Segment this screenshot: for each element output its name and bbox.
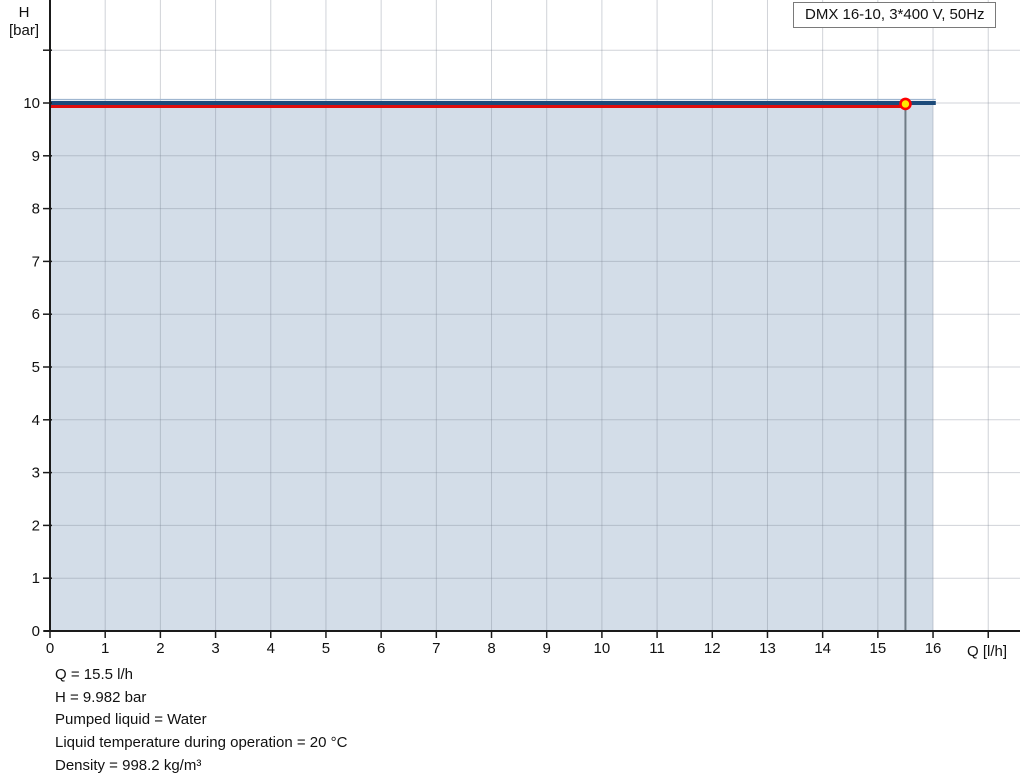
x-tick-label: 10 — [594, 640, 611, 657]
info-line-liquid: Pumped liquid = Water — [55, 709, 347, 732]
y-axis-title-symbol: H — [0, 4, 48, 22]
y-tick-label: 8 — [32, 201, 40, 218]
y-axis-title-unit: [bar] — [0, 22, 48, 40]
info-line-temperature: Liquid temperature during operation = 20… — [55, 732, 347, 755]
y-tick-label: 4 — [32, 412, 40, 429]
y-axis-title: H [bar] — [0, 4, 48, 40]
y-tick-label: 3 — [32, 465, 40, 482]
x-tick-label: 2 — [156, 640, 164, 657]
x-tick-label: 6 — [377, 640, 385, 657]
x-tick-label: 11 — [649, 640, 665, 657]
y-tick-label: 9 — [32, 148, 40, 165]
y-tick-label: 7 — [32, 253, 40, 270]
x-tick-label: 12 — [704, 640, 721, 657]
x-tick-label: 0 — [46, 640, 54, 657]
duty-point-marker — [900, 99, 910, 109]
x-tick-label: 5 — [322, 640, 330, 657]
y-tick-label: 2 — [32, 517, 40, 534]
x-tick-label: 8 — [487, 640, 495, 657]
info-line-head: H = 9.982 bar — [55, 687, 347, 710]
y-tick-label: 0 — [32, 623, 40, 640]
x-tick-label: 1 — [101, 640, 109, 657]
y-tick-label: 5 — [32, 359, 40, 376]
x-axis-title: Q [l/h] — [967, 643, 1007, 660]
pump-curve-chart: 012345678910111213141516012345678910 H [… — [0, 0, 1024, 781]
y-tick-label: 6 — [32, 306, 40, 323]
x-tick-label: 13 — [759, 640, 776, 657]
x-tick-label: 15 — [870, 640, 887, 657]
x-tick-label: 9 — [543, 640, 551, 657]
plot-svg: 012345678910111213141516012345678910 — [0, 0, 1024, 661]
legend-label: DMX 16-10, 3*400 V, 50Hz — [805, 6, 985, 23]
x-tick-label: 4 — [267, 640, 275, 657]
info-line-flow: Q = 15.5 l/h — [55, 664, 347, 687]
duty-info-block: Q = 15.5 l/h H = 9.982 bar Pumped liquid… — [55, 664, 347, 778]
x-tick-label: 3 — [211, 640, 219, 657]
x-tick-label: 7 — [432, 640, 440, 657]
y-tick-label: 1 — [32, 570, 40, 587]
y-tick-label: 10 — [23, 95, 40, 112]
info-line-density: Density = 998.2 kg/m³ — [55, 755, 347, 778]
legend-box: DMX 16-10, 3*400 V, 50Hz — [793, 2, 996, 28]
x-tick-label: 16 — [925, 640, 942, 657]
x-tick-label: 14 — [814, 640, 831, 657]
